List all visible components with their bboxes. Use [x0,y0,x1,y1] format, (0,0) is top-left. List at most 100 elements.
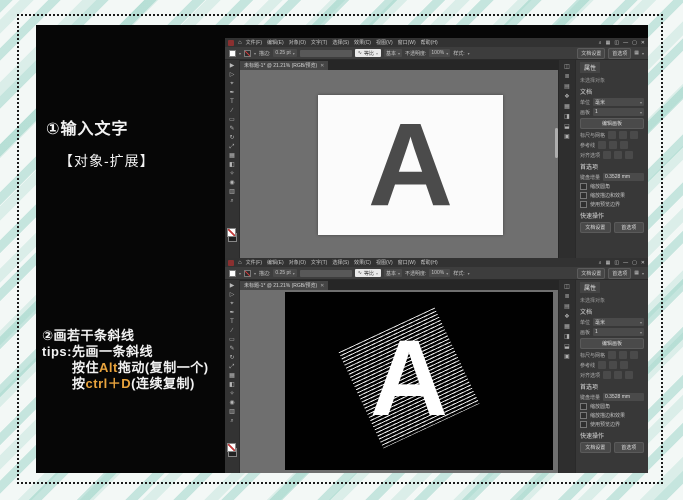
stroke-weight-dropdown[interactable]: 0.25 pt ▾ [273,49,297,57]
tool-icon[interactable]: ▶ [230,62,235,71]
menu-item[interactable]: 效果(C) [354,39,371,46]
tool-icon[interactable]: ⤢ [230,363,235,372]
workspace-icon[interactable]: ◫ [614,260,619,266]
units-dropdown[interactable]: 毫米 ▾ [593,318,644,326]
rulers-grid-icons[interactable] [608,131,639,139]
menu-item[interactable]: 对象(O) [289,259,306,266]
menu-item[interactable]: 文件(F) [246,259,262,266]
tool-icon[interactable]: ∕ [231,107,232,116]
menu-item[interactable]: 编辑(E) [267,39,284,46]
panel-icon[interactable]: ◨ [564,114,570,120]
tool-icon[interactable]: ✎ [229,125,234,134]
tool-icon[interactable]: ▦ [229,152,235,161]
brush-definition-field[interactable] [299,49,352,57]
maximize-icon[interactable]: ▢ [632,260,637,266]
tab-close-icon[interactable]: ✕ [320,283,324,289]
tool-icon[interactable]: ◧ [229,161,235,170]
width-profile-dropdown[interactable]: ∿ 等比 ▾ [354,49,381,57]
brush-definition-field[interactable] [299,269,352,277]
panel-icon[interactable]: ◨ [564,334,570,340]
checkbox-row[interactable]: 缩放描边和效果 [580,412,644,419]
tool-icon[interactable]: ▷ [230,291,235,300]
panel-icon[interactable]: ▤ [564,84,570,90]
panel-icon[interactable]: ▤ [564,304,570,310]
properties-tab[interactable]: 属性 [580,282,601,293]
tool-icon[interactable]: ✒ [229,309,234,318]
arrange-documents-icon[interactable]: ▦ [634,270,639,276]
arrange-docs-icon[interactable]: ▦ [606,40,611,46]
panel-icon[interactable]: ⬓ [564,344,570,350]
opacity-dropdown[interactable]: 100% ▾ [429,269,451,277]
quick-action-button[interactable]: 首选项 [613,222,644,233]
menu-item[interactable]: 文字(T) [311,259,327,266]
snap-icons[interactable] [603,371,634,379]
keyboard-increment-field[interactable]: 0.3528 mm [603,393,644,401]
search-icon[interactable]: ⌕ [599,260,602,266]
tool-icon[interactable]: ◉ [229,179,234,188]
panel-icon[interactable]: ▣ [564,354,570,360]
brush-dropdown[interactable]: 基本 ▾ [383,49,402,57]
tool-icon[interactable]: ⤢ [230,143,235,152]
tool-icon[interactable]: ↻ [229,134,234,143]
home-icon[interactable]: ⌂ [238,40,242,46]
fill-swatch[interactable] [229,49,236,57]
tool-icon[interactable]: ⌕ [230,197,233,206]
close-icon[interactable]: ✕ [641,40,645,46]
menu-item[interactable]: 效果(C) [354,259,371,266]
brush-dropdown[interactable]: 基本 ▾ [383,269,402,277]
tool-icon[interactable]: T [230,98,234,107]
menu-item[interactable]: 窗口(W) [398,39,416,46]
preferences-button[interactable]: 首选项 [608,47,632,59]
tool-icon[interactable]: ◉ [229,399,234,408]
checkbox-row[interactable]: 缩放圆角 [580,403,644,410]
tool-icon[interactable]: ∕ [231,327,232,336]
opacity-dropdown[interactable]: 100% ▾ [429,49,451,57]
panel-icon[interactable]: ≣ [564,74,569,80]
vertical-scrollbar[interactable] [555,128,558,158]
tool-icon[interactable]: T [230,318,234,327]
tool-icon[interactable]: ⌕ [230,417,233,426]
panel-icon[interactable]: ▦ [564,324,570,330]
arrange-docs-icon[interactable]: ▦ [606,260,611,266]
tool-icon[interactable]: ▥ [229,408,235,417]
toolbar-fill-stroke[interactable] [227,228,237,242]
guides-icons[interactable] [598,141,629,149]
properties-tab[interactable]: 属性 [580,62,601,73]
menu-item[interactable]: 编辑(E) [267,259,284,266]
checkbox-row[interactable]: 缩放描边和效果 [580,192,644,199]
panel-icon[interactable]: ▣ [564,134,570,140]
toolbar-fill-stroke[interactable] [227,443,237,457]
menu-item[interactable]: 文件(F) [246,39,262,46]
panel-icon[interactable]: ❖ [564,94,569,100]
tool-icon[interactable]: ✧ [229,170,234,179]
guides-icons[interactable] [598,361,629,369]
menu-item[interactable]: 视图(V) [376,259,393,266]
menu-item[interactable]: 帮助(H) [421,259,438,266]
keyboard-increment-field[interactable]: 0.3528 mm [603,173,644,181]
fill-swatch[interactable] [229,269,236,277]
width-profile-dropdown[interactable]: ∿ 等比 ▾ [354,269,381,277]
arrange-documents-icon[interactable]: ▦ [634,50,639,56]
document-setup-button[interactable]: 文档设置 [577,47,606,59]
tool-icon[interactable]: ✎ [229,345,234,354]
canvas-bottom[interactable]: A [240,290,558,473]
tool-icon[interactable]: ✒ [229,89,234,98]
menu-item[interactable]: 文字(T) [311,39,327,46]
menu-item[interactable]: 选择(S) [332,259,349,266]
artboard-dropdown[interactable]: 1 ▾ [593,328,644,336]
menu-item[interactable]: 视图(V) [376,39,393,46]
artboard-dropdown[interactable]: 1 ▾ [593,108,644,116]
stroke-swatch[interactable] [244,269,252,277]
panel-icon[interactable]: ≣ [564,294,569,300]
rulers-grid-icons[interactable] [608,351,639,359]
document-tab[interactable]: 未标题-1* @ 21.21% (RGB/预览) ✕ [240,61,329,70]
close-icon[interactable]: ✕ [641,260,645,266]
minimize-icon[interactable]: — [623,40,628,46]
minimize-icon[interactable]: — [623,260,628,266]
panel-icon[interactable]: ⬓ [564,124,570,130]
tool-icon[interactable]: ▶ [230,282,235,291]
preferences-button[interactable]: 首选项 [608,267,632,279]
quick-action-button[interactable]: 文档设置 [580,222,611,233]
units-dropdown[interactable]: 毫米 ▾ [593,98,644,106]
tool-icon[interactable]: ⌖ [230,300,233,309]
